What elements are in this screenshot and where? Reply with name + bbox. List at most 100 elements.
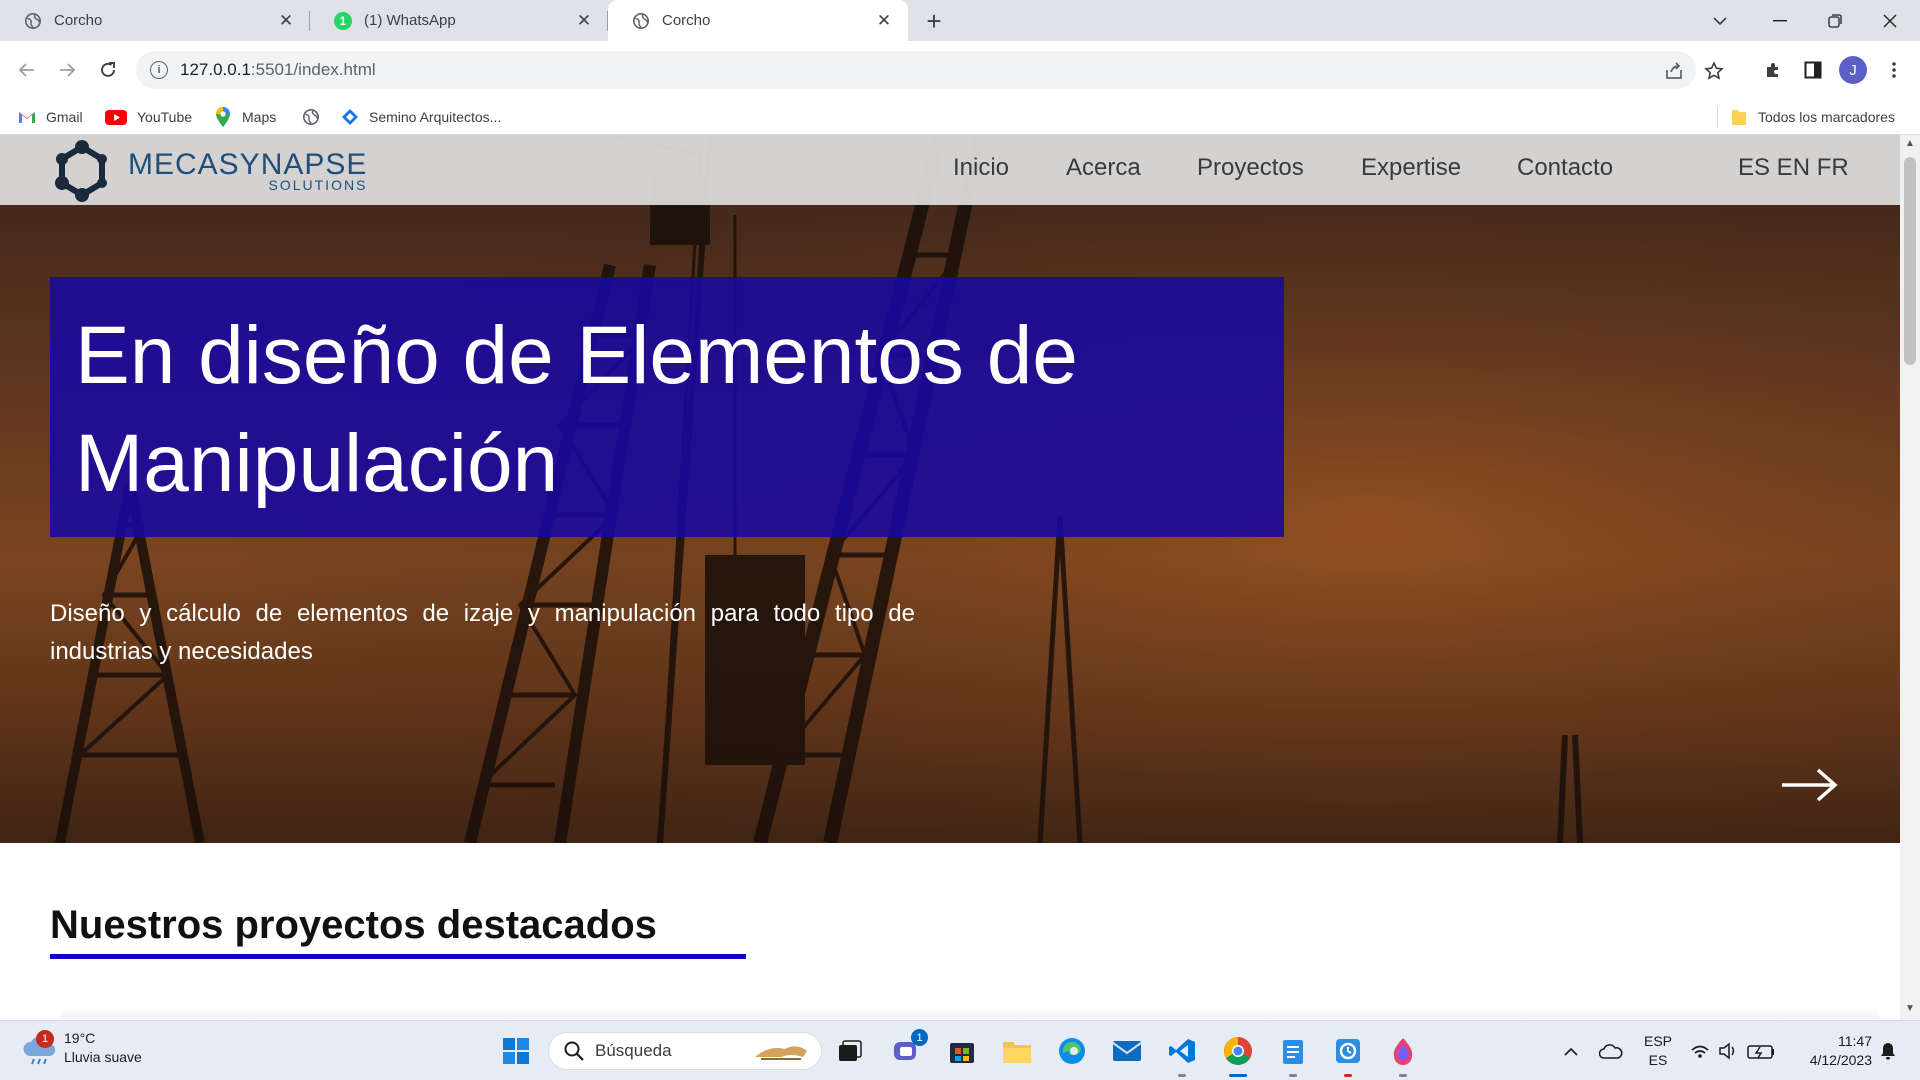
nav-link-inicio[interactable]: Inicio bbox=[953, 154, 1009, 182]
language-switcher[interactable]: ES EN FR bbox=[1738, 154, 1849, 182]
rain-cloud-icon: 1 bbox=[22, 1030, 58, 1066]
site-navbar: MECASYNAPSE SOLUTIONS Inicio Acerca Proy… bbox=[0, 135, 1900, 205]
bookmark-maps[interactable]: Maps bbox=[214, 106, 276, 128]
gmail-icon bbox=[18, 108, 36, 126]
tab-corcho-active[interactable]: Corcho ✕ bbox=[608, 0, 908, 41]
url-text[interactable]: 127.0.0.1:5501/index.html bbox=[180, 60, 376, 80]
clock-date: 4/12/2023 bbox=[1809, 1052, 1872, 1068]
nav-link-expertise[interactable]: Expertise bbox=[1361, 154, 1461, 182]
minimize-button[interactable] bbox=[1757, 0, 1803, 41]
whatsapp-badge-icon: 1 bbox=[334, 11, 352, 30]
diamond-icon bbox=[341, 108, 359, 126]
share-icon[interactable] bbox=[1662, 59, 1686, 83]
new-tab-button[interactable]: + bbox=[920, 6, 948, 36]
vscode-icon[interactable] bbox=[1164, 1033, 1200, 1077]
forward-button[interactable] bbox=[54, 57, 80, 83]
tab-search-icon[interactable] bbox=[1705, 0, 1735, 41]
mail-icon[interactable] bbox=[1109, 1033, 1145, 1069]
clock-time: 11:47 bbox=[1838, 1033, 1872, 1049]
running-indicator bbox=[1289, 1074, 1297, 1077]
bookmark-star-icon[interactable] bbox=[1702, 59, 1726, 83]
folder-icon bbox=[1730, 108, 1748, 126]
menu-kebab-icon[interactable] bbox=[1881, 57, 1907, 83]
url-host: 127.0.0.1 bbox=[180, 60, 251, 79]
close-window-button[interactable] bbox=[1867, 0, 1913, 41]
weather-widget[interactable]: 1 19°C Lluvia suave bbox=[22, 1029, 142, 1067]
nav-link-contacto[interactable]: Contacto bbox=[1517, 154, 1613, 182]
tab-title: Corcho bbox=[54, 12, 103, 29]
windows-logo-icon bbox=[503, 1038, 529, 1064]
running-indicator bbox=[1344, 1074, 1352, 1077]
scroll-up-icon[interactable]: ▲ bbox=[1905, 139, 1915, 149]
scroll-down-icon[interactable]: ▼ bbox=[1905, 1004, 1915, 1014]
page-viewport: MECASYNAPSE SOLUTIONS Inicio Acerca Proy… bbox=[0, 135, 1900, 1020]
notepad-icon[interactable] bbox=[1275, 1033, 1311, 1077]
nav-link-acerca[interactable]: Acerca bbox=[1066, 154, 1141, 182]
taskbar-search[interactable]: Búsqueda bbox=[548, 1032, 822, 1070]
scrollbar-thumb[interactable] bbox=[1904, 157, 1916, 365]
clock[interactable]: 11:47 4/12/2023 bbox=[1790, 1032, 1872, 1070]
tab-title: Corcho bbox=[662, 12, 711, 29]
site-info-icon[interactable]: i bbox=[150, 61, 168, 79]
close-icon[interactable]: ✕ bbox=[574, 11, 594, 31]
keyboard-language[interactable]: ESP ES bbox=[1641, 1032, 1675, 1070]
back-button[interactable] bbox=[14, 57, 40, 83]
quick-settings[interactable] bbox=[1686, 1033, 1782, 1069]
hero-title: En diseño de Elementos de Manipulación bbox=[75, 310, 1078, 509]
extensions-icon[interactable] bbox=[1760, 57, 1786, 83]
address-bar[interactable]: i 127.0.0.1:5501/index.html bbox=[136, 51, 1724, 89]
hero-headline-box: En diseño de Elementos de Manipulación bbox=[50, 277, 1284, 537]
arrow-right-icon[interactable] bbox=[1780, 765, 1840, 805]
task-view-icon[interactable] bbox=[832, 1033, 868, 1069]
teams-chat-icon[interactable]: 1 bbox=[888, 1029, 928, 1069]
section-title: Nuestros proyectos destacados bbox=[50, 903, 657, 947]
clipboard-app-icon[interactable] bbox=[1330, 1033, 1366, 1077]
bookmark-label: Todos los marcadores bbox=[1758, 109, 1895, 125]
bookmark-youtube[interactable]: YouTube bbox=[105, 106, 192, 128]
url-path: :5501/index.html bbox=[250, 60, 376, 79]
logo-wordmark: MECASYNAPSE SOLUTIONS bbox=[128, 150, 367, 193]
globe-icon bbox=[632, 12, 650, 29]
tab-title: (1) WhatsApp bbox=[364, 12, 456, 29]
edge-browser-icon[interactable] bbox=[1054, 1033, 1090, 1069]
teams-badge: 1 bbox=[911, 1029, 928, 1046]
lang-bottom: ES bbox=[1648, 1052, 1668, 1068]
notification-bell-icon[interactable] bbox=[1876, 1033, 1900, 1069]
bookmark-globe[interactable] bbox=[302, 106, 330, 128]
file-explorer-icon[interactable] bbox=[999, 1033, 1035, 1069]
weather-text: 19°C Lluvia suave bbox=[64, 1029, 142, 1067]
nav-link-proyectos[interactable]: Proyectos bbox=[1197, 154, 1304, 182]
hero-subtitle: Diseño y cálculo de elementos de izaje y… bbox=[50, 600, 915, 665]
restore-button[interactable] bbox=[1812, 0, 1858, 41]
close-icon[interactable]: ✕ bbox=[874, 11, 894, 31]
lang-top: ESP bbox=[1643, 1033, 1672, 1049]
reload-button[interactable] bbox=[95, 57, 121, 83]
onedrive-cloud-icon[interactable] bbox=[1593, 1033, 1629, 1069]
tab-corcho-1[interactable]: Corcho ✕ bbox=[0, 0, 310, 41]
active-indicator bbox=[1229, 1074, 1247, 1077]
start-button[interactable] bbox=[498, 1033, 534, 1069]
page-scrollbar[interactable]: ▲ ▼ bbox=[1900, 135, 1920, 1020]
weather-temp: 19°C bbox=[64, 1030, 96, 1046]
bookmark-semino[interactable]: Semino Arquitectos... bbox=[341, 106, 501, 128]
all-bookmarks-button[interactable]: Todos los marcadores bbox=[1730, 106, 1895, 128]
side-panel-icon[interactable] bbox=[1800, 57, 1826, 83]
close-icon[interactable]: ✕ bbox=[276, 11, 296, 31]
running-indicator bbox=[1178, 1074, 1186, 1077]
weather-badge: 1 bbox=[36, 1030, 54, 1048]
maps-icon bbox=[214, 107, 232, 127]
company-logo[interactable]: MECASYNAPSE SOLUTIONS bbox=[50, 140, 367, 202]
chrome-icon[interactable] bbox=[1220, 1033, 1256, 1077]
youtube-icon bbox=[105, 108, 127, 126]
bookmark-label: YouTube bbox=[137, 109, 193, 125]
section-underline bbox=[50, 954, 746, 959]
show-hidden-icons-chevron-icon[interactable] bbox=[1553, 1033, 1589, 1069]
paint-icon[interactable] bbox=[1385, 1033, 1421, 1077]
store-icon[interactable] bbox=[944, 1033, 980, 1069]
tab-whatsapp[interactable]: 1 (1) WhatsApp ✕ bbox=[310, 0, 608, 41]
bookmarks-bar: Gmail YouTube Maps Semino Arquitectos...… bbox=[0, 98, 1920, 135]
profile-avatar[interactable]: J bbox=[1839, 56, 1867, 84]
bookmark-gmail[interactable]: Gmail bbox=[18, 106, 83, 128]
search-label: Búsqueda bbox=[595, 1041, 672, 1060]
browser-toolbar: i 127.0.0.1:5501/index.html J bbox=[0, 41, 1920, 98]
